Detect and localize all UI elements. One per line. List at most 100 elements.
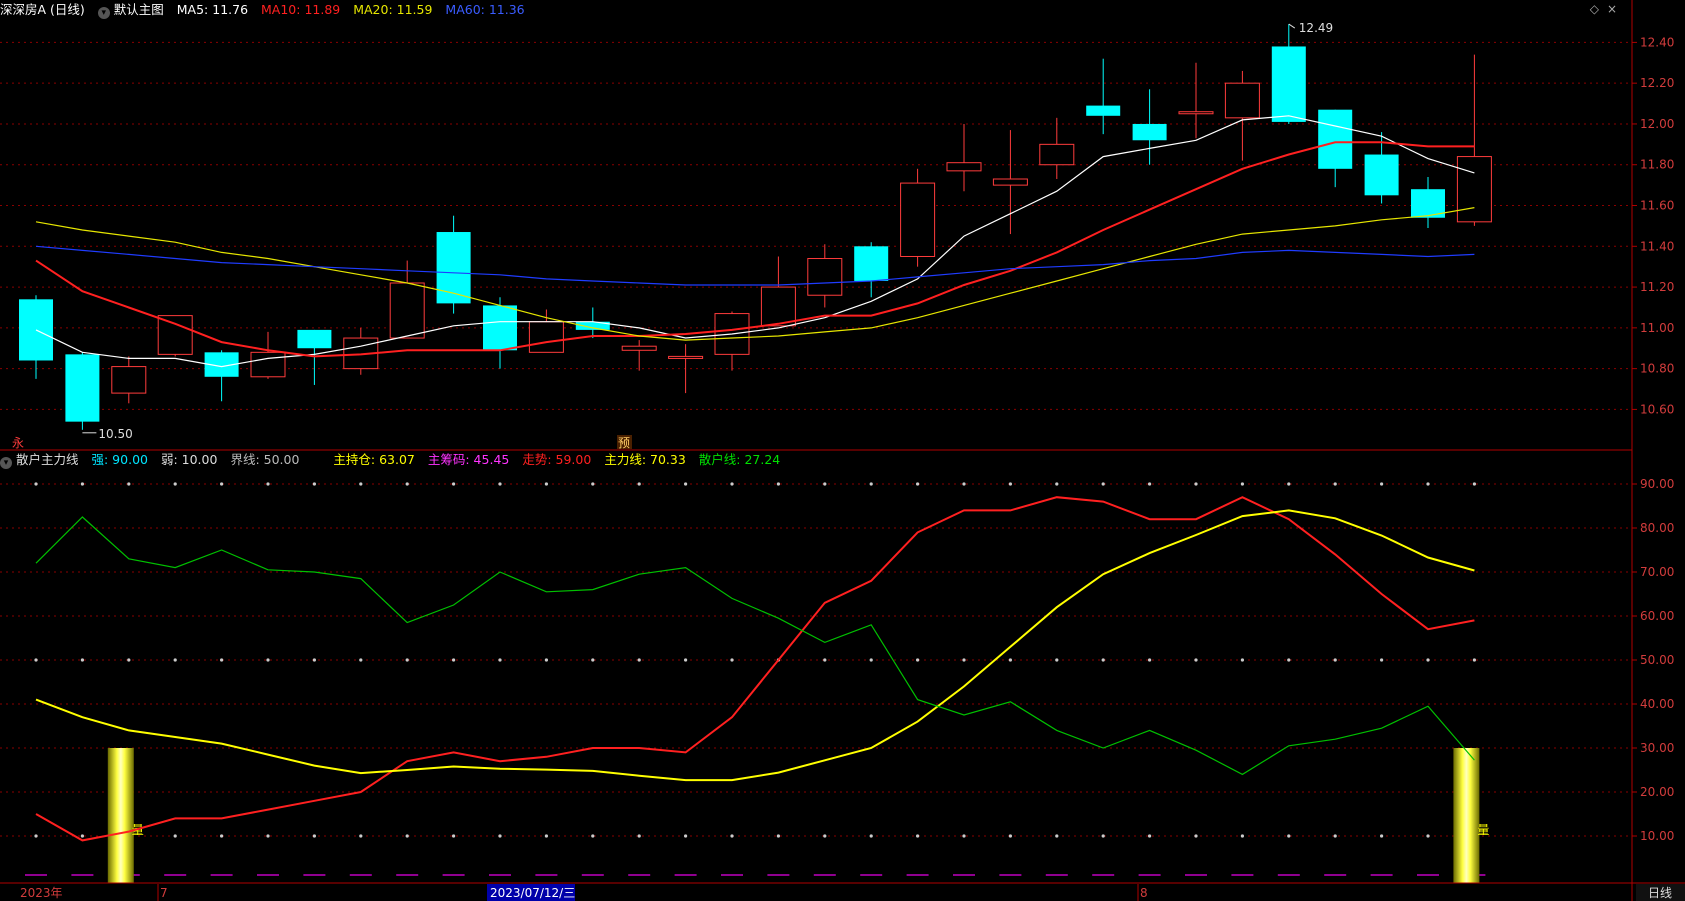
candle-body [250, 351, 286, 378]
marker-left: 永 [12, 436, 24, 450]
reference-dot [220, 658, 224, 662]
reference-dot [359, 482, 363, 486]
ma-line-ma5 [35, 115, 1475, 368]
reference-dot [1333, 834, 1337, 838]
candle-body [389, 282, 425, 339]
candle-body [297, 329, 332, 349]
reference-dot [730, 482, 734, 486]
reference-dot [312, 834, 316, 838]
reference-dot [1287, 482, 1291, 486]
price-tick-label: 11.60 [1640, 199, 1674, 213]
y-axis: 10.60 10.80 11.00 11.20 11.40 11.60 11.80 12.00… [1632, 35, 1674, 843]
indicator-tick-label: 90.00 [1640, 477, 1674, 491]
crosshair-date: 2023/07/12/三 [490, 886, 575, 900]
reference-dot [127, 658, 131, 662]
reference-dot [962, 834, 966, 838]
candle-body [483, 305, 517, 351]
reference-dot [1380, 658, 1384, 662]
reference-dot [34, 658, 38, 662]
reference-dot [823, 658, 827, 662]
reference-dot [266, 658, 270, 662]
candle-body [19, 299, 53, 361]
reference-dot [405, 834, 409, 838]
reference-dot [1101, 658, 1105, 662]
reference-dot [869, 834, 873, 838]
price-tick-label: 11.00 [1640, 321, 1674, 335]
reference-dot [544, 482, 549, 486]
reference-dot [591, 834, 595, 838]
reference-dot [1148, 482, 1152, 486]
candle-body [621, 345, 657, 351]
marker-mid: 预 [618, 436, 630, 450]
reference-dot [1380, 482, 1384, 486]
reference-dot [173, 834, 177, 838]
candle-body [807, 258, 843, 296]
reference-dot [637, 658, 641, 662]
reference-dot [916, 658, 920, 662]
chart-canvas[interactable]: 量量 10.60 10.80 11.00 11.20 11.40 11.60 11.80 12… [0, 0, 1685, 901]
price-tick-label: 12.40 [1640, 35, 1674, 49]
reference-dot [498, 482, 502, 486]
reference-dot [405, 658, 409, 662]
ma-line-ma20 [35, 207, 1475, 341]
reference-dot [1101, 834, 1105, 838]
ma-line-ma60 [35, 245, 1475, 286]
reference-dot [962, 658, 966, 662]
reference-dot [544, 658, 549, 662]
candlestick-panel[interactable] [19, 24, 1492, 430]
candle-body [668, 355, 704, 359]
reference-dot [916, 482, 920, 486]
reference-dot [452, 482, 456, 486]
candle-body [992, 178, 1028, 186]
reference-dot [1055, 658, 1059, 662]
reference-dot [173, 482, 177, 486]
reference-dot [1101, 482, 1105, 486]
period-label: 日线 [1648, 886, 1672, 900]
indicator-tick-label: 40.00 [1640, 697, 1674, 711]
reference-dot [823, 482, 827, 486]
reference-dot [637, 482, 641, 486]
reference-dot [1148, 658, 1152, 662]
candle-body [946, 162, 982, 172]
reference-dot [591, 482, 595, 486]
reference-dot [173, 658, 177, 662]
reference-dot [312, 658, 316, 662]
volume-bar [1453, 748, 1480, 883]
price-tick-label: 10.80 [1640, 362, 1674, 376]
reference-dot [266, 482, 270, 486]
indicator-tick-label: 20.00 [1640, 785, 1674, 799]
reference-dot [1148, 834, 1152, 838]
price-tick-label: 12.20 [1640, 76, 1674, 90]
reference-dot [1194, 834, 1198, 838]
panel-frame [0, 0, 1685, 901]
candle-body [900, 182, 936, 257]
reference-dot [80, 658, 84, 662]
reference-dot [684, 482, 688, 486]
reference-dot [405, 482, 409, 486]
candle-body [1178, 111, 1214, 115]
reference-dot [1426, 482, 1430, 486]
reference-dot [1008, 658, 1013, 662]
reference-dot [498, 658, 502, 662]
reference-dot [452, 834, 456, 838]
price-tick-label: 11.40 [1640, 239, 1674, 253]
reference-dot [776, 834, 781, 838]
candle-body [1224, 82, 1260, 119]
reference-dot [1055, 834, 1059, 838]
reference-dot [34, 834, 38, 838]
indicator-tick-label: 50.00 [1640, 653, 1674, 667]
price-tick-label: 10.60 [1640, 402, 1674, 416]
reference-dot [1472, 658, 1476, 662]
reference-dot [312, 482, 316, 486]
indicator-panel[interactable]: 量量 [25, 482, 1489, 883]
candle-body [1271, 46, 1306, 122]
reference-dot [127, 482, 131, 486]
candle-body [1456, 156, 1492, 223]
candle-body [528, 321, 564, 353]
reference-dot [1194, 482, 1198, 486]
indicator-tick-label: 10.00 [1640, 829, 1674, 843]
reference-dot [359, 658, 363, 662]
reference-dot [544, 834, 549, 838]
reference-dot [1240, 482, 1244, 486]
indicator-line-2 [35, 516, 1475, 776]
